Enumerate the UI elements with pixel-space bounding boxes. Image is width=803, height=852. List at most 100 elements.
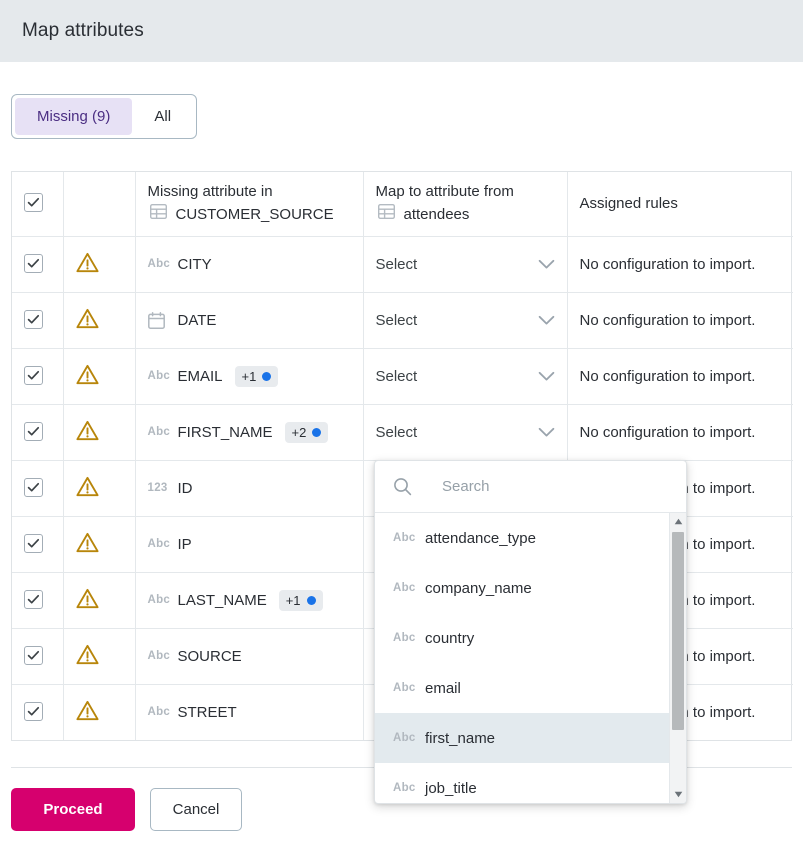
dropdown-option-country[interactable]: Abc country xyxy=(375,613,686,663)
map-target-cell[interactable]: Select xyxy=(363,348,567,404)
search-icon xyxy=(393,477,412,496)
row-status-cell xyxy=(63,348,135,404)
dropdown-option-label: country xyxy=(425,630,474,647)
source-attribute-name: SOURCE xyxy=(178,648,242,665)
warning-icon xyxy=(76,428,99,445)
row-select-cell xyxy=(12,572,63,628)
row-checkbox-email[interactable] xyxy=(24,366,43,385)
source-header-line1: Missing attribute in xyxy=(148,182,351,202)
row-status-cell xyxy=(63,516,135,572)
text-type-icon: Abc xyxy=(148,426,174,438)
row-status-cell xyxy=(63,236,135,292)
dropdown-search-row xyxy=(375,461,686,513)
tab-all-label: All xyxy=(154,108,171,125)
assigned-rules-cell: No configuration to import. xyxy=(567,236,793,292)
row-checkbox-ip[interactable] xyxy=(24,534,43,553)
dropdown-scrollbar[interactable] xyxy=(669,513,686,803)
source-attribute-cell: AbcSTREET xyxy=(135,684,363,740)
warning-icon xyxy=(76,372,99,389)
page-title: Map attributes xyxy=(22,20,144,42)
source-attribute-cell: DATE xyxy=(135,292,363,348)
extra-mappings-badge[interactable]: +1 xyxy=(279,590,323,611)
row-checkbox-street[interactable] xyxy=(24,702,43,721)
row-select-cell xyxy=(12,516,63,572)
source-attribute-name: CITY xyxy=(178,256,212,273)
tab-switch: Missing (9) All xyxy=(11,94,197,139)
attribute-select-city[interactable]: Select xyxy=(376,256,555,273)
table-header: Missing attribute in CUSTOMER_SOU xyxy=(12,172,793,236)
source-attribute-name: FIRST_NAME xyxy=(178,424,273,441)
row-select-cell xyxy=(12,628,63,684)
source-attribute-name: IP xyxy=(178,536,192,553)
row-checkbox-city[interactable] xyxy=(24,254,43,273)
table-row: AbcEMAIL+1SelectNo configuration to impo… xyxy=(12,348,793,404)
assigned-rules-value: No configuration to import. xyxy=(580,256,756,273)
warning-icon xyxy=(76,316,99,333)
row-select-cell xyxy=(12,684,63,740)
row-checkbox-last_name[interactable] xyxy=(24,590,43,609)
assigned-rules-value: No configuration to import. xyxy=(580,368,756,385)
badge-count: +1 xyxy=(242,369,257,384)
row-checkbox-id[interactable] xyxy=(24,478,43,497)
date-type-icon xyxy=(148,312,174,329)
attribute-select-date[interactable]: Select xyxy=(376,312,555,329)
warning-icon xyxy=(76,596,99,613)
text-type-icon: Abc xyxy=(393,632,421,644)
status-header xyxy=(63,172,135,236)
dropdown-option-label: email xyxy=(425,680,461,697)
row-status-cell xyxy=(63,572,135,628)
map-target-cell[interactable]: Select xyxy=(363,292,567,348)
dropdown-option-job_title[interactable]: Abcjob_title xyxy=(375,763,686,803)
attribute-select-dropdown: Abcattendance_typeAbccompany_nameAbccoun… xyxy=(374,460,687,804)
row-checkbox-date[interactable] xyxy=(24,310,43,329)
source-attribute-name: STREET xyxy=(178,704,237,721)
text-type-icon: Abc xyxy=(148,370,174,382)
row-select-cell xyxy=(12,460,63,516)
attribute-select-first_name[interactable]: Select xyxy=(376,424,555,441)
text-type-icon: Abc xyxy=(148,594,174,606)
badge-dot-icon xyxy=(312,428,321,437)
dropdown-option-first_name[interactable]: Abcfirst_name xyxy=(375,713,686,763)
attribute-select-email[interactable]: Select xyxy=(376,368,555,385)
dropdown-option-company_name[interactable]: Abccompany_name xyxy=(375,563,686,613)
chevron-down-icon xyxy=(538,427,555,438)
table-icon xyxy=(150,204,167,225)
table-row: AbcFIRST_NAME+2SelectNo configuration to… xyxy=(12,404,793,460)
assigned-rules-cell: No configuration to import. xyxy=(567,292,793,348)
tab-missing[interactable]: Missing (9) xyxy=(15,98,132,135)
source-attribute-cell: Abc CITY xyxy=(135,236,363,292)
map-target-cell[interactable]: Select xyxy=(363,236,567,292)
scroll-up-arrow-icon[interactable] xyxy=(670,513,687,530)
warning-icon xyxy=(76,260,99,277)
source-attribute-name: LAST_NAME xyxy=(178,592,267,609)
dropdown-option-list: Abcattendance_typeAbccompany_nameAbccoun… xyxy=(375,513,686,803)
dropdown-option-attendance_type[interactable]: Abcattendance_type xyxy=(375,513,686,563)
row-checkbox-first_name[interactable] xyxy=(24,422,43,441)
extra-mappings-badge[interactable]: +1 xyxy=(235,366,279,387)
warning-icon xyxy=(76,540,99,557)
map-header-line2: attendees xyxy=(404,205,470,225)
assigned-rules-header: Assigned rules xyxy=(567,172,793,236)
text-type-icon: Abc xyxy=(393,682,421,694)
row-checkbox-source[interactable] xyxy=(24,646,43,665)
text-type-icon: Abc xyxy=(148,258,174,270)
scrollbar-thumb[interactable] xyxy=(672,532,684,730)
select-all-checkbox[interactable] xyxy=(24,193,43,212)
search-input[interactable] xyxy=(424,478,668,495)
map-target-cell[interactable]: Select xyxy=(363,404,567,460)
tab-all[interactable]: All xyxy=(132,98,193,135)
text-type-icon: Abc xyxy=(393,532,421,544)
select-value: Select xyxy=(376,368,418,385)
scroll-down-arrow-icon[interactable] xyxy=(670,786,687,803)
cancel-button[interactable]: Cancel xyxy=(150,788,242,831)
row-select-cell xyxy=(12,292,63,348)
row-status-cell xyxy=(63,460,135,516)
proceed-button[interactable]: Proceed xyxy=(11,788,135,831)
extra-mappings-badge[interactable]: +2 xyxy=(285,422,329,443)
text-type-icon: Abc xyxy=(148,538,174,550)
text-type-icon: Abc xyxy=(148,650,174,662)
scrollbar-track[interactable] xyxy=(670,530,686,786)
dropdown-option-email[interactable]: Abc email xyxy=(375,663,686,713)
mapping-table-container: Missing attribute in CUSTOMER_SOU xyxy=(11,171,792,741)
text-type-icon: Abc xyxy=(393,582,421,594)
